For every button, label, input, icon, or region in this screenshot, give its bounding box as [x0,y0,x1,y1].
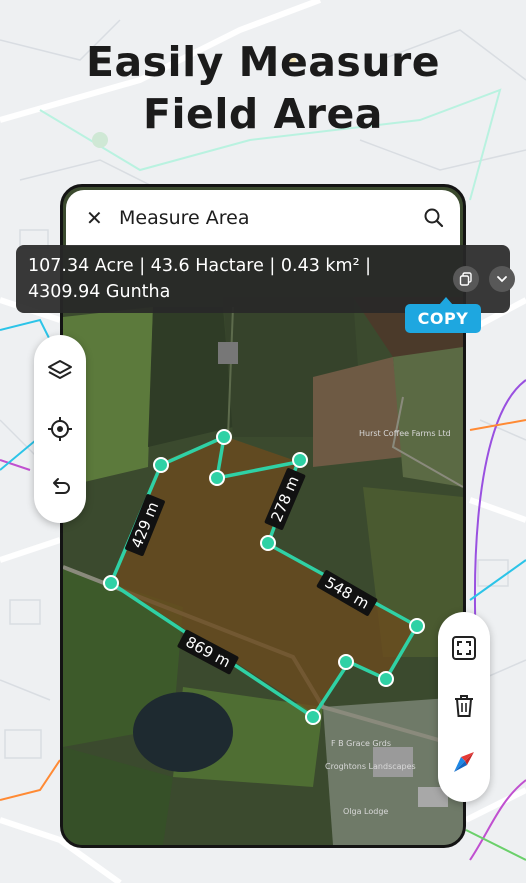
chevron-down-icon[interactable] [489,266,515,292]
copy-button[interactable]: COPY [405,297,481,333]
close-icon[interactable]: ✕ [86,206,116,230]
headline-line-1: Easily Measure [85,38,441,86]
area-result-banner: 107.34 Acre | 43.6 Hactare | 0.43 km² | … [16,245,515,313]
headline: Easily Measure Field Area [0,36,526,140]
map-place-label: F B Grace Grds [331,739,392,748]
headline-line-2: Field Area [143,90,383,138]
search-icon[interactable] [422,206,446,230]
search-title: Measure Area [119,207,250,229]
area-result-line-1: 107.34 Acre | 43.6 Hactare | 0.43 km² | [28,256,372,276]
right-tool-panel [438,612,490,802]
map-place-label: Hurst Coffee Farms Ltd [359,429,451,438]
delete-icon[interactable] [450,692,478,720]
copy-icon[interactable] [453,266,479,292]
search-bar: ✕ Measure Area [66,190,460,246]
area-result-line-2: 4309.94 Guntha [28,282,171,302]
layers-icon[interactable] [46,357,74,385]
undo-icon[interactable] [46,473,74,501]
fullscreen-icon[interactable] [450,634,478,662]
compass-icon[interactable] [450,748,478,776]
map-place-label: Croghtons Landscapes [325,762,416,771]
my-location-icon[interactable] [46,415,74,443]
map-place-label: Olga Lodge [343,807,389,816]
left-tool-panel [34,335,86,523]
